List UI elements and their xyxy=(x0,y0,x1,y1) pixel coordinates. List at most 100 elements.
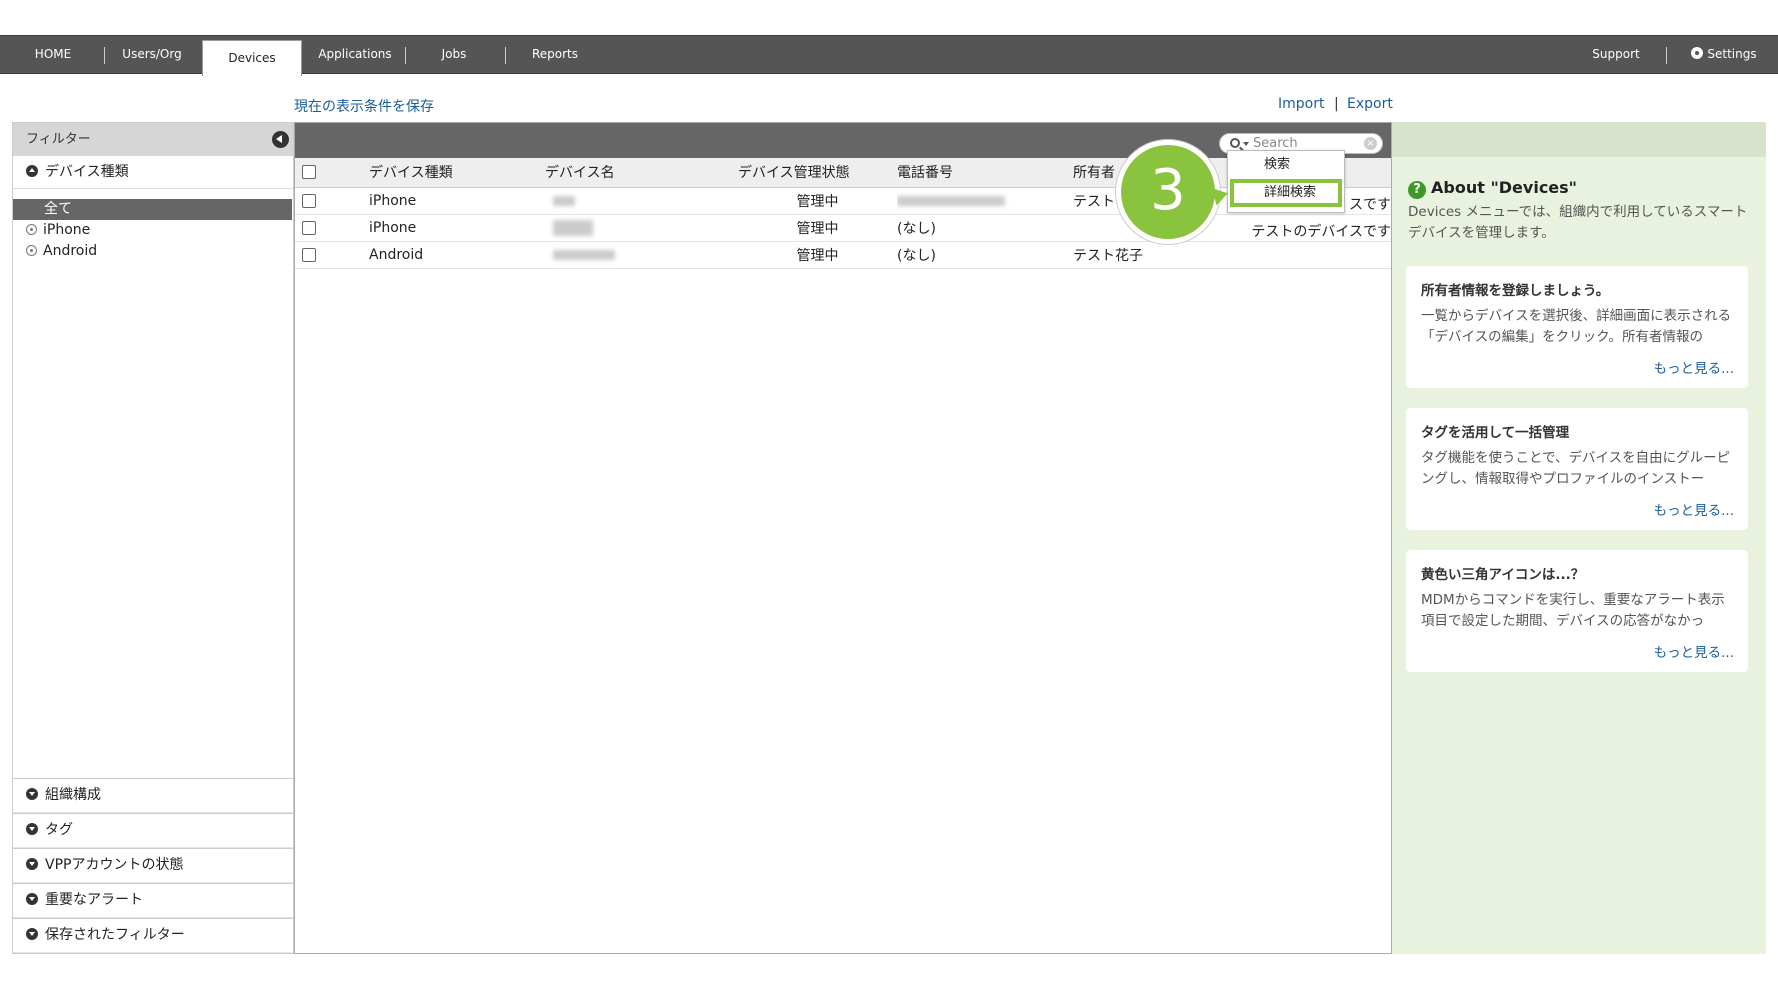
question-icon: ? xyxy=(1408,181,1426,199)
col-status[interactable]: デバイス管理状態 xyxy=(738,158,897,188)
search-dropdown-menu: 検索 詳細検索 xyxy=(1227,150,1345,213)
help-card: 所有者情報を登録しましょう。 一覧からデバイスを選択後、詳細画面に表示される「デ… xyxy=(1406,266,1748,388)
filter-section-alerts[interactable]: 重要なアラート xyxy=(13,883,293,918)
device-type-android[interactable]: Android xyxy=(13,241,293,262)
help-card-body: タグ機能を使うことで、デバイスを自由にグルーピングし、情報取得やプロファイルのイ… xyxy=(1421,450,1731,487)
help-card: 黄色い三角アイコンは...？ MDMからコマンドを実行し、重要なアラート表示項目… xyxy=(1406,550,1748,672)
chevron-up-icon xyxy=(26,165,38,177)
row-select-cell xyxy=(295,187,369,215)
redacted-device-name xyxy=(553,249,615,260)
device-type-list: 全て iPhone Android xyxy=(13,189,293,262)
section-label: 重要なアラート xyxy=(45,892,143,908)
device-type-all[interactable]: 全て xyxy=(13,199,292,220)
device-type-label: Android xyxy=(43,243,98,259)
clear-icon[interactable]: × xyxy=(1364,137,1377,150)
owner-value: テスト花子 xyxy=(1073,247,1143,264)
import-link[interactable]: Import xyxy=(1278,96,1324,112)
nav-separator xyxy=(104,47,105,64)
device-type-iphone[interactable]: iPhone xyxy=(13,220,293,241)
nav-tab-jobs[interactable]: Jobs xyxy=(418,36,490,73)
section-label: 保存されたフィルター xyxy=(45,927,185,943)
table-row[interactable]: Android 管理中 (なし) テスト花子 xyxy=(295,241,1391,269)
status-cell: 管理中 xyxy=(738,241,897,269)
filter-title: フィルター xyxy=(26,132,91,147)
save-view-link[interactable]: 現在の表示条件を保存 xyxy=(294,96,434,116)
note-value: テストのデバイスです xyxy=(1251,223,1391,240)
help-card-title: 黄色い三角アイコンは...？ xyxy=(1421,567,1585,583)
menu-item-search[interactable]: 検索 xyxy=(1228,151,1344,179)
device-type-label: iPhone xyxy=(43,222,91,238)
nav-tab-users-org[interactable]: Users/Org xyxy=(110,36,194,73)
help-title-text: About "Devices" xyxy=(1431,178,1578,197)
collapse-left-icon[interactable] xyxy=(272,131,289,148)
col-device-name[interactable]: デバイス名 xyxy=(545,158,738,188)
device-name-cell xyxy=(545,214,738,242)
row-select-cell xyxy=(295,214,369,242)
help-card-body: 一覧からデバイスを選択後、詳細画面に表示される「デバイスの編集」をクリック。所有… xyxy=(1421,308,1732,345)
read-more-link[interactable]: もっと見る... xyxy=(1654,499,1734,519)
export-link[interactable]: Export xyxy=(1347,96,1393,112)
owner-value: テスト xyxy=(1073,193,1115,210)
row-checkbox[interactable] xyxy=(302,247,316,262)
help-description: Devices メニューでは、組織内で利用しているスマートデバイスを管理します。 xyxy=(1408,204,1748,241)
filter-section-org[interactable]: 組織構成 xyxy=(13,778,293,813)
help-card: タグを活用して一括管理 タグ機能を使うことで、デバイスを自由にグルーピングし、情… xyxy=(1406,408,1748,530)
nav-tab-applications[interactable]: Applications xyxy=(312,36,398,73)
top-navigation-bar: HOME Users/Org Devices Applications Jobs… xyxy=(0,35,1778,76)
help-card-body: MDMからコマンドを実行し、重要なアラート表示項目で設定した期間、デバイスの応答… xyxy=(1421,592,1725,629)
section-label: VPPアカウントの状態 xyxy=(45,857,184,873)
redacted-device-name xyxy=(553,219,593,236)
note-value: スです xyxy=(1349,196,1391,213)
caret-down-icon[interactable] xyxy=(1243,142,1249,146)
filter-sections: 組織構成 タグ VPPアカウントの状態 重要なアラート 保存されたフィルター xyxy=(13,778,293,953)
nav-support[interactable]: Support xyxy=(1582,36,1650,73)
nav-separator xyxy=(1666,47,1667,64)
filter-section-vpp[interactable]: VPPアカウントの状態 xyxy=(13,848,293,883)
chevron-down-icon xyxy=(26,928,38,940)
chevron-down-icon xyxy=(26,823,38,835)
table-row[interactable]: iPhone 管理中 (なし) テストのデバイスです xyxy=(295,214,1391,242)
device-name-cell xyxy=(545,187,738,215)
row-checkbox[interactable] xyxy=(302,193,316,208)
settings-label: Settings xyxy=(1707,47,1757,61)
help-panel: ? About "Devices" Devices メニューでは、組織内で利用して… xyxy=(1392,122,1766,954)
read-more-link[interactable]: もっと見る... xyxy=(1654,641,1734,661)
help-card-title: 所有者情報を登録しましょう。 xyxy=(1421,283,1610,299)
gear-icon xyxy=(1691,47,1704,59)
chevron-down-icon xyxy=(26,893,38,905)
help-title: ? About "Devices" xyxy=(1408,178,1577,199)
import-export-separator: | xyxy=(1334,96,1339,112)
phone-cell: (なし) xyxy=(897,214,1073,242)
filter-section-saved[interactable]: 保存されたフィルター xyxy=(13,918,293,953)
redacted-device-name xyxy=(553,195,575,206)
nav-tab-reports[interactable]: Reports xyxy=(514,36,596,73)
nav-tab-home[interactable]: HOME xyxy=(14,36,92,73)
chevron-down-icon xyxy=(26,788,38,800)
search-icon[interactable] xyxy=(1230,138,1240,148)
filter-section-tag[interactable]: タグ xyxy=(13,813,293,848)
phone-cell xyxy=(897,187,1073,215)
owner-cell: テストのデバイスです xyxy=(1073,214,1391,242)
status-cell: 管理中 xyxy=(738,187,897,215)
menu-item-advanced-search[interactable]: 詳細検索 xyxy=(1230,179,1342,207)
col-device-type[interactable]: デバイス種類 xyxy=(369,158,545,188)
nav-separator xyxy=(505,47,506,64)
nav-settings[interactable]: Settings xyxy=(1676,36,1772,73)
filter-panel: フィルター デバイス種類 全て iPhone Android 組織構成 タグ V… xyxy=(12,122,294,954)
device-name-cell xyxy=(545,241,738,269)
row-checkbox[interactable] xyxy=(302,220,316,235)
select-all-checkbox[interactable] xyxy=(302,165,316,180)
device-type-section-header[interactable]: デバイス種類 xyxy=(13,156,293,189)
device-type-cell: Android xyxy=(369,241,545,269)
chevron-down-icon xyxy=(26,858,38,870)
redacted-phone xyxy=(897,195,1005,206)
device-list-panel: × デバイス種類 デバイス名 デバイス管理状態 電話番号 所有者 iPhone … xyxy=(294,122,1392,954)
read-more-link[interactable]: もっと見る... xyxy=(1654,357,1734,377)
nav-tab-devices[interactable]: Devices xyxy=(202,40,302,76)
step-number-badge: 3 xyxy=(1116,140,1220,244)
owner-cell: テスト花子 xyxy=(1073,241,1391,269)
status-cell: 管理中 xyxy=(738,214,897,242)
phone-cell: (なし) xyxy=(897,241,1073,269)
col-phone[interactable]: 電話番号 xyxy=(897,158,1073,188)
select-all-cell xyxy=(295,158,369,188)
